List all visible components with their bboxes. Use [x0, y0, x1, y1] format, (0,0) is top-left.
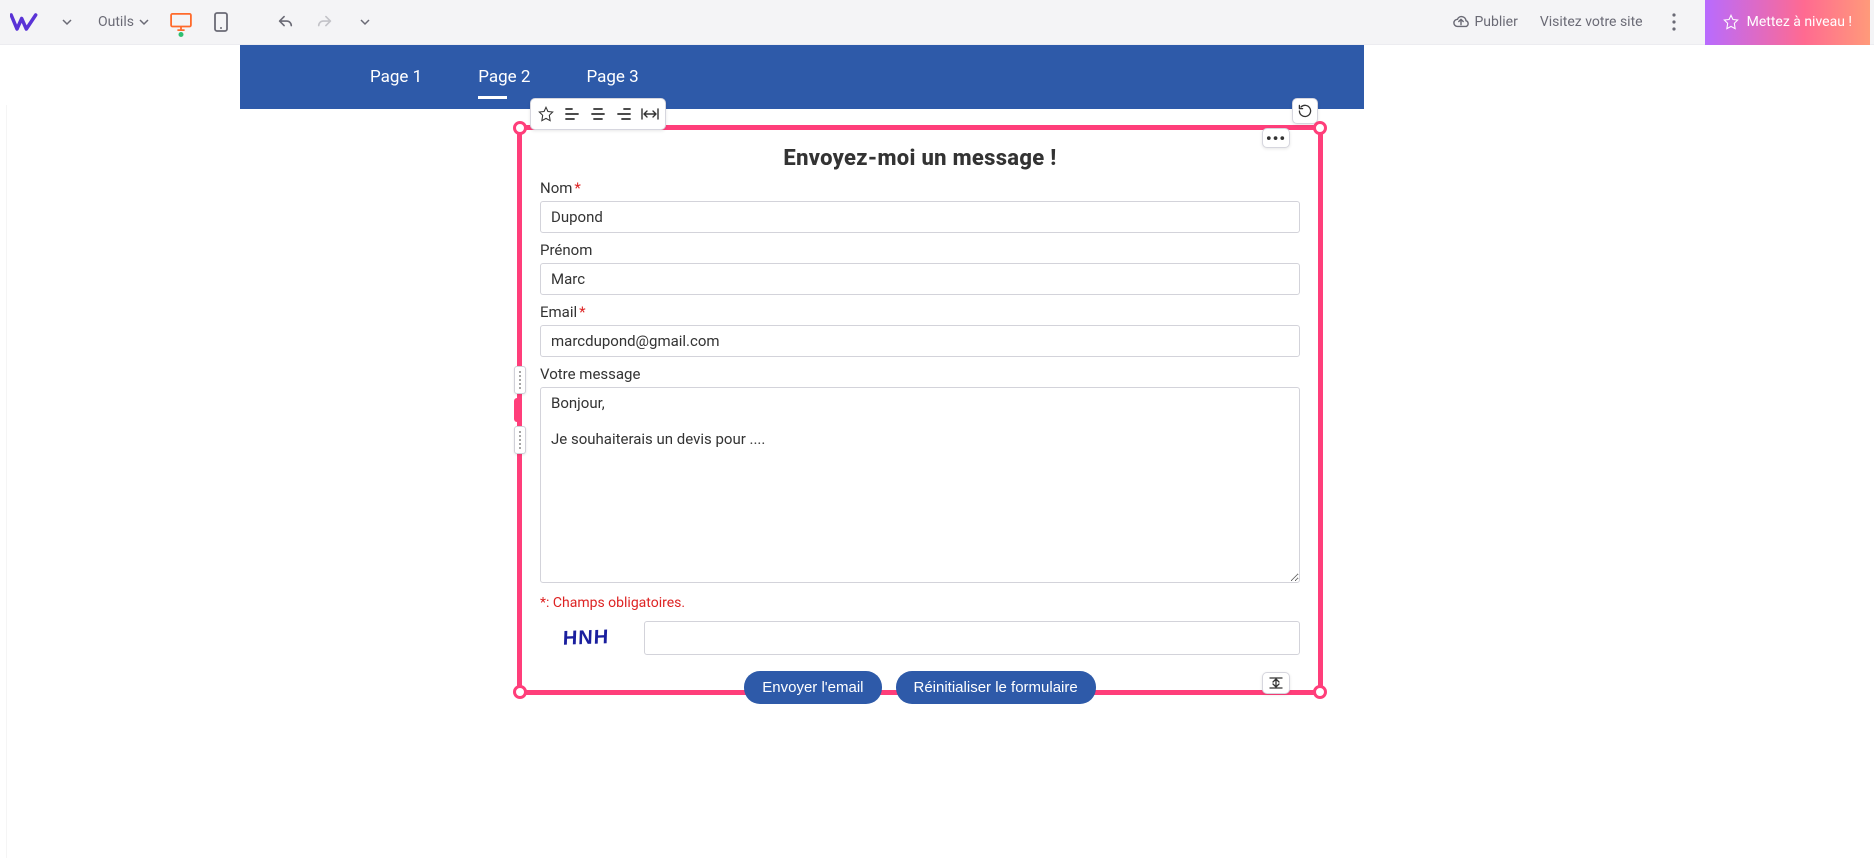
align-left-button[interactable] — [560, 102, 584, 126]
form-title: Envoyez-moi un message ! — [540, 146, 1300, 171]
mobile-icon — [214, 12, 228, 32]
submit-button[interactable]: Envoyer l'email — [744, 671, 881, 704]
app-logo[interactable] — [4, 11, 44, 33]
star-icon — [538, 106, 554, 122]
stage-left-ruler — [6, 105, 8, 858]
field-prenom: Prénom — [540, 241, 1300, 295]
undo-button[interactable] — [268, 5, 302, 39]
drag-handle-icon — [514, 426, 526, 454]
resize-handle-top-right[interactable] — [1313, 121, 1327, 135]
history-dropdown[interactable] — [348, 5, 382, 39]
publish-button[interactable]: Publier — [1444, 8, 1525, 36]
label-nom: Nom* — [540, 179, 1300, 197]
align-center-icon — [590, 107, 606, 121]
label-nom-text: Nom — [540, 179, 572, 197]
align-right-button[interactable] — [612, 102, 636, 126]
logo-menu-dropdown[interactable] — [50, 5, 84, 39]
label-email-text: Email — [540, 303, 577, 321]
resize-handle-bottom-left[interactable] — [513, 685, 527, 699]
upgrade-button[interactable]: Mettez à niveau ! — [1705, 0, 1870, 45]
element-align-toolbar — [530, 98, 666, 130]
visit-site-label: Visitez votre site — [1540, 14, 1643, 30]
align-left-icon — [564, 107, 580, 121]
field-message: Votre message — [540, 365, 1300, 587]
tools-menu-label: Outils — [98, 14, 134, 30]
chevron-down-icon — [61, 16, 73, 28]
contact-form-block: Envoyez-moi un message ! Nom* Prénom Ema… — [526, 134, 1314, 686]
label-prenom: Prénom — [540, 241, 1300, 259]
star-icon — [1723, 14, 1739, 30]
stretch-icon — [641, 107, 659, 121]
input-prenom[interactable] — [540, 263, 1300, 295]
input-message[interactable] — [540, 387, 1300, 583]
editor-stage[interactable]: Page 1 Page 2 Page 3 ••• — [0, 45, 1874, 858]
field-nom: Nom* — [540, 179, 1300, 233]
site-navbar: Page 1 Page 2 Page 3 — [240, 45, 1364, 109]
drag-handle-icon — [514, 366, 526, 394]
undo-icon — [276, 13, 294, 31]
favorite-button[interactable] — [534, 102, 558, 126]
input-email[interactable] — [540, 325, 1300, 357]
form-buttons: Envoyer l'email Réinitialiser le formula… — [540, 671, 1300, 704]
resize-handle-top-left[interactable] — [513, 121, 527, 135]
desktop-icon — [170, 13, 192, 31]
resize-handle-mid-left[interactable] — [514, 366, 526, 454]
captcha-image: HNH — [539, 619, 632, 656]
editor-topbar: Outils Publier Visitez votre site — [0, 0, 1874, 45]
more-menu-button[interactable] — [1657, 5, 1691, 39]
nav-item-page-1[interactable]: Page 1 — [370, 59, 422, 95]
mid-left-bar — [514, 398, 520, 422]
align-right-icon — [616, 107, 632, 121]
reset-button[interactable]: Réinitialiser le formulaire — [896, 671, 1096, 704]
redo-icon — [316, 13, 334, 31]
device-desktop-button[interactable] — [164, 5, 198, 39]
chevron-down-icon — [138, 16, 150, 28]
redo-button[interactable] — [308, 5, 342, 39]
publish-label: Publier — [1474, 14, 1517, 30]
device-mobile-button[interactable] — [204, 5, 238, 39]
label-message: Votre message — [540, 365, 1300, 383]
chevron-down-icon — [359, 16, 371, 28]
rotate-icon — [1297, 103, 1313, 119]
resize-handle-bottom-right[interactable] — [1313, 685, 1327, 699]
tools-menu[interactable]: Outils — [90, 8, 158, 36]
upgrade-label: Mettez à niveau ! — [1747, 14, 1852, 30]
input-captcha[interactable] — [644, 621, 1300, 655]
kebab-icon — [1672, 13, 1676, 31]
nav-item-page-2[interactable]: Page 2 — [478, 59, 530, 95]
input-nom[interactable] — [540, 201, 1300, 233]
captcha-row: HNH — [540, 621, 1300, 655]
mandatory-note: *: Champs obligatoires. — [540, 595, 1300, 611]
visit-site-button[interactable]: Visitez votre site — [1532, 8, 1651, 36]
cloud-upload-icon — [1452, 14, 1470, 30]
field-email: Email* — [540, 303, 1300, 357]
selected-element-frame[interactable]: ••• Envoyez-moi un message ! Nom* Préno — [517, 125, 1323, 695]
required-marker: * — [574, 179, 580, 197]
nav-item-page-3[interactable]: Page 3 — [586, 59, 638, 95]
element-top-right-controls — [1292, 98, 1318, 124]
canvas-page[interactable]: Page 1 Page 2 Page 3 ••• — [240, 45, 1364, 109]
align-center-button[interactable] — [586, 102, 610, 126]
reset-rotation-button[interactable] — [1292, 98, 1318, 124]
topbar-right: Publier Visitez votre site Mettez à nive… — [1444, 0, 1870, 45]
label-email: Email* — [540, 303, 1300, 321]
required-marker: * — [579, 303, 585, 321]
stretch-width-button[interactable] — [638, 102, 662, 126]
topbar-left: Outils — [4, 5, 382, 39]
